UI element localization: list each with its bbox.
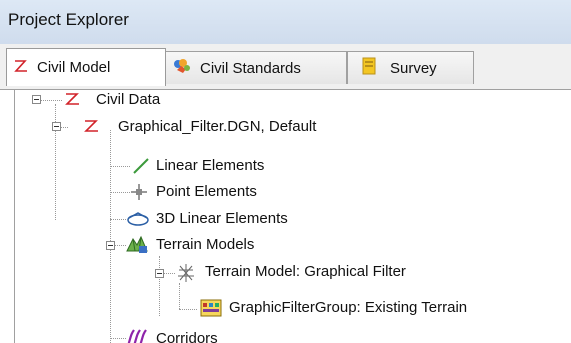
tree-item-point-elements[interactable]: Point Elements [156,183,257,200]
tree-item-civil-data[interactable]: Civil Data [96,91,160,108]
survey-icon [362,57,376,79]
tree-item-3d-linear-elements[interactable]: 3D Linear Elements [156,210,288,227]
tree-item-terrain-model[interactable]: Terrain Model: Graphical Filter [205,263,406,280]
tab-strip: Civil Model Civil Standards Survey [0,44,571,90]
tree-item-corridors[interactable]: Corridors [156,330,218,343]
tree-connector [110,338,126,339]
standards-icon [172,57,192,79]
tree-connector [40,100,62,101]
tree-connector [179,283,180,309]
tree-connector [110,219,126,220]
tree-item-linear-elements[interactable]: Linear Elements [156,157,264,174]
collapse-toggle[interactable] [155,269,164,278]
tree-connector [179,309,197,310]
collapse-toggle[interactable] [52,122,61,131]
tab-civil-model[interactable]: Civil Model [6,48,166,86]
tab-survey[interactable]: Survey [347,51,474,84]
tree-connector [110,192,130,193]
tree-connector [110,130,111,343]
tab-label: Civil Standards [200,59,301,77]
tab-civil-standards[interactable]: Civil Standards [165,51,347,84]
collapse-toggle[interactable] [106,241,115,250]
tree-connector [159,256,160,316]
collapse-toggle[interactable] [32,95,41,104]
filter-group-icon [200,298,222,320]
title-bar: Project Explorer [0,0,571,45]
terrain-models-icon [125,233,148,255]
panel-title: Project Explorer [8,10,129,29]
terrain-model-icon [175,262,197,284]
point-icon [129,182,151,204]
tree-view[interactable]: Civil Data Graphical_Filter.DGN, Default… [14,90,571,343]
tree-item-graphic-filter-group[interactable]: GraphicFilterGroup: Existing Terrain [229,299,467,316]
civil-z-icon [63,90,85,112]
line-icon [131,156,153,178]
3d-linear-icon [125,209,149,231]
tab-label: Civil Model [37,59,111,76]
project-explorer-panel: Project Explorer Civil Model Civil Stand… [0,0,571,343]
civil-z-icon [13,58,29,78]
tree-item-graphical-filter-dgn[interactable]: Graphical_Filter.DGN, Default [118,118,316,135]
tree-connector [110,166,130,167]
tree-connector [60,127,68,128]
tab-label: Survey [390,59,437,77]
civil-z-icon [82,117,104,139]
corridors-icon [125,328,147,343]
tree-item-terrain-models[interactable]: Terrain Models [156,236,254,253]
